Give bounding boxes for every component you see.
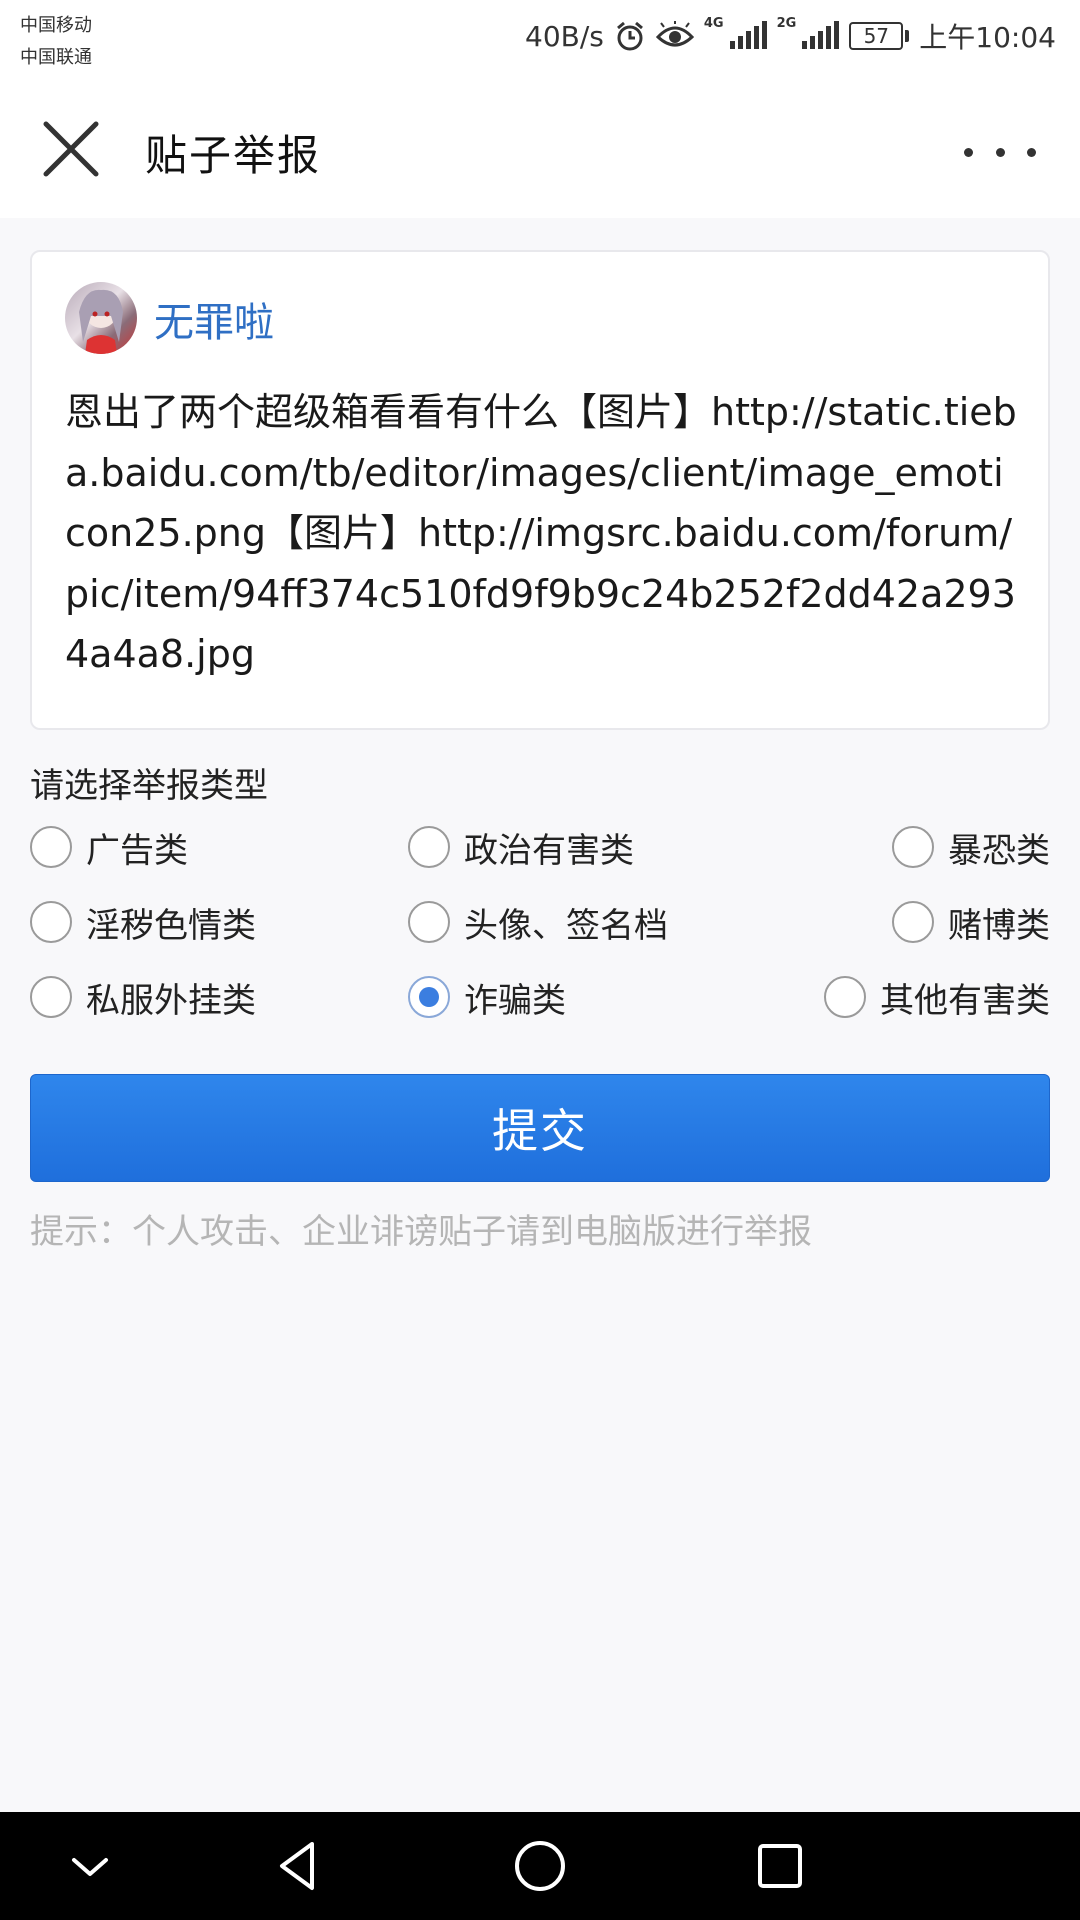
alarm-icon — [616, 21, 643, 51]
status-bar: 中国移动 中国联通 40B/s 4G 2G 57 上午10:04 — [0, 0, 1080, 80]
post-content: 恩出了两个超级箱看看有什么【图片】http://static.tieba.bai… — [65, 390, 1017, 676]
app-header: 贴子举报 — [0, 80, 1080, 218]
radio-checked-icon[interactable] — [408, 976, 450, 1018]
report-option-fraud[interactable]: 诈骗类 — [408, 970, 566, 1024]
report-hint: 提示：个人攻击、企业诽谤贴子请到电脑版进行举报 — [30, 1212, 812, 1252]
report-option-political[interactable]: 政治有害类 — [408, 820, 634, 874]
more-options-icon[interactable] — [960, 130, 1040, 174]
option-label: 广告类 — [86, 830, 188, 871]
submit-button[interactable]: 提交 — [30, 1074, 1050, 1182]
eye-comfort-icon — [655, 21, 694, 47]
report-type-label: 请选择举报类型 — [30, 766, 268, 806]
option-label: 头像、签名档 — [464, 905, 668, 946]
close-icon[interactable] — [38, 116, 104, 182]
network-speed: 40B/s — [525, 19, 604, 53]
signal-2-icon — [802, 21, 840, 49]
radio-unchecked-icon[interactable] — [408, 826, 450, 868]
radio-unchecked-icon[interactable] — [30, 901, 72, 943]
report-option-other[interactable]: 其他有害类 — [824, 970, 1050, 1024]
report-option-terror[interactable]: 暴恐类 — [892, 820, 1050, 874]
radio-unchecked-icon[interactable] — [30, 826, 72, 868]
report-option-avatar-signature[interactable]: 头像、签名档 — [408, 895, 668, 949]
option-label: 诈骗类 — [464, 980, 566, 1021]
network-type-2: 2G — [776, 16, 797, 31]
battery-icon: 57 — [849, 22, 910, 50]
system-nav-bar — [0, 1812, 1080, 1920]
post-card: 无罪啦 恩出了两个超级箱看看有什么【图片】http://static.tieba… — [30, 250, 1050, 730]
post-author[interactable]: 无罪啦 — [154, 290, 274, 348]
option-label: 其他有害类 — [880, 980, 1050, 1021]
signal-1-icon — [729, 21, 767, 49]
recent-apps-icon[interactable] — [748, 1834, 812, 1898]
radio-unchecked-icon[interactable] — [408, 901, 450, 943]
report-option-private-server[interactable]: 私服外挂类 — [30, 970, 256, 1024]
radio-unchecked-icon[interactable] — [30, 976, 72, 1018]
page-title: 贴子举报 — [145, 131, 322, 180]
option-label: 暴恐类 — [948, 830, 1050, 871]
report-option-porn[interactable]: 淫秽色情类 — [30, 895, 256, 949]
clock: 上午10:04 — [919, 21, 1056, 54]
report-option-ads[interactable]: 广告类 — [30, 820, 188, 874]
option-label: 淫秽色情类 — [86, 905, 256, 946]
option-label: 政治有害类 — [464, 830, 634, 871]
radio-unchecked-icon[interactable] — [824, 976, 866, 1018]
avatar[interactable] — [65, 282, 137, 354]
back-icon[interactable] — [268, 1834, 332, 1898]
carrier-2: 中国联通 — [20, 47, 92, 68]
battery-level: 57 — [849, 22, 904, 50]
carrier-1: 中国移动 — [20, 15, 92, 36]
report-option-gambling[interactable]: 赌博类 — [892, 895, 1050, 949]
option-label: 私服外挂类 — [86, 980, 256, 1021]
chevron-down-icon[interactable] — [58, 1834, 122, 1898]
status-icons: 40B/s 4G 2G 57 上午10:04 — [525, 16, 1056, 56]
radio-unchecked-icon[interactable] — [892, 901, 934, 943]
option-label: 赌博类 — [948, 905, 1050, 946]
network-type-1: 4G — [703, 16, 724, 31]
radio-unchecked-icon[interactable] — [892, 826, 934, 868]
home-icon[interactable] — [508, 1834, 572, 1898]
carrier-info: 中国移动 中国联通 — [20, 10, 92, 74]
